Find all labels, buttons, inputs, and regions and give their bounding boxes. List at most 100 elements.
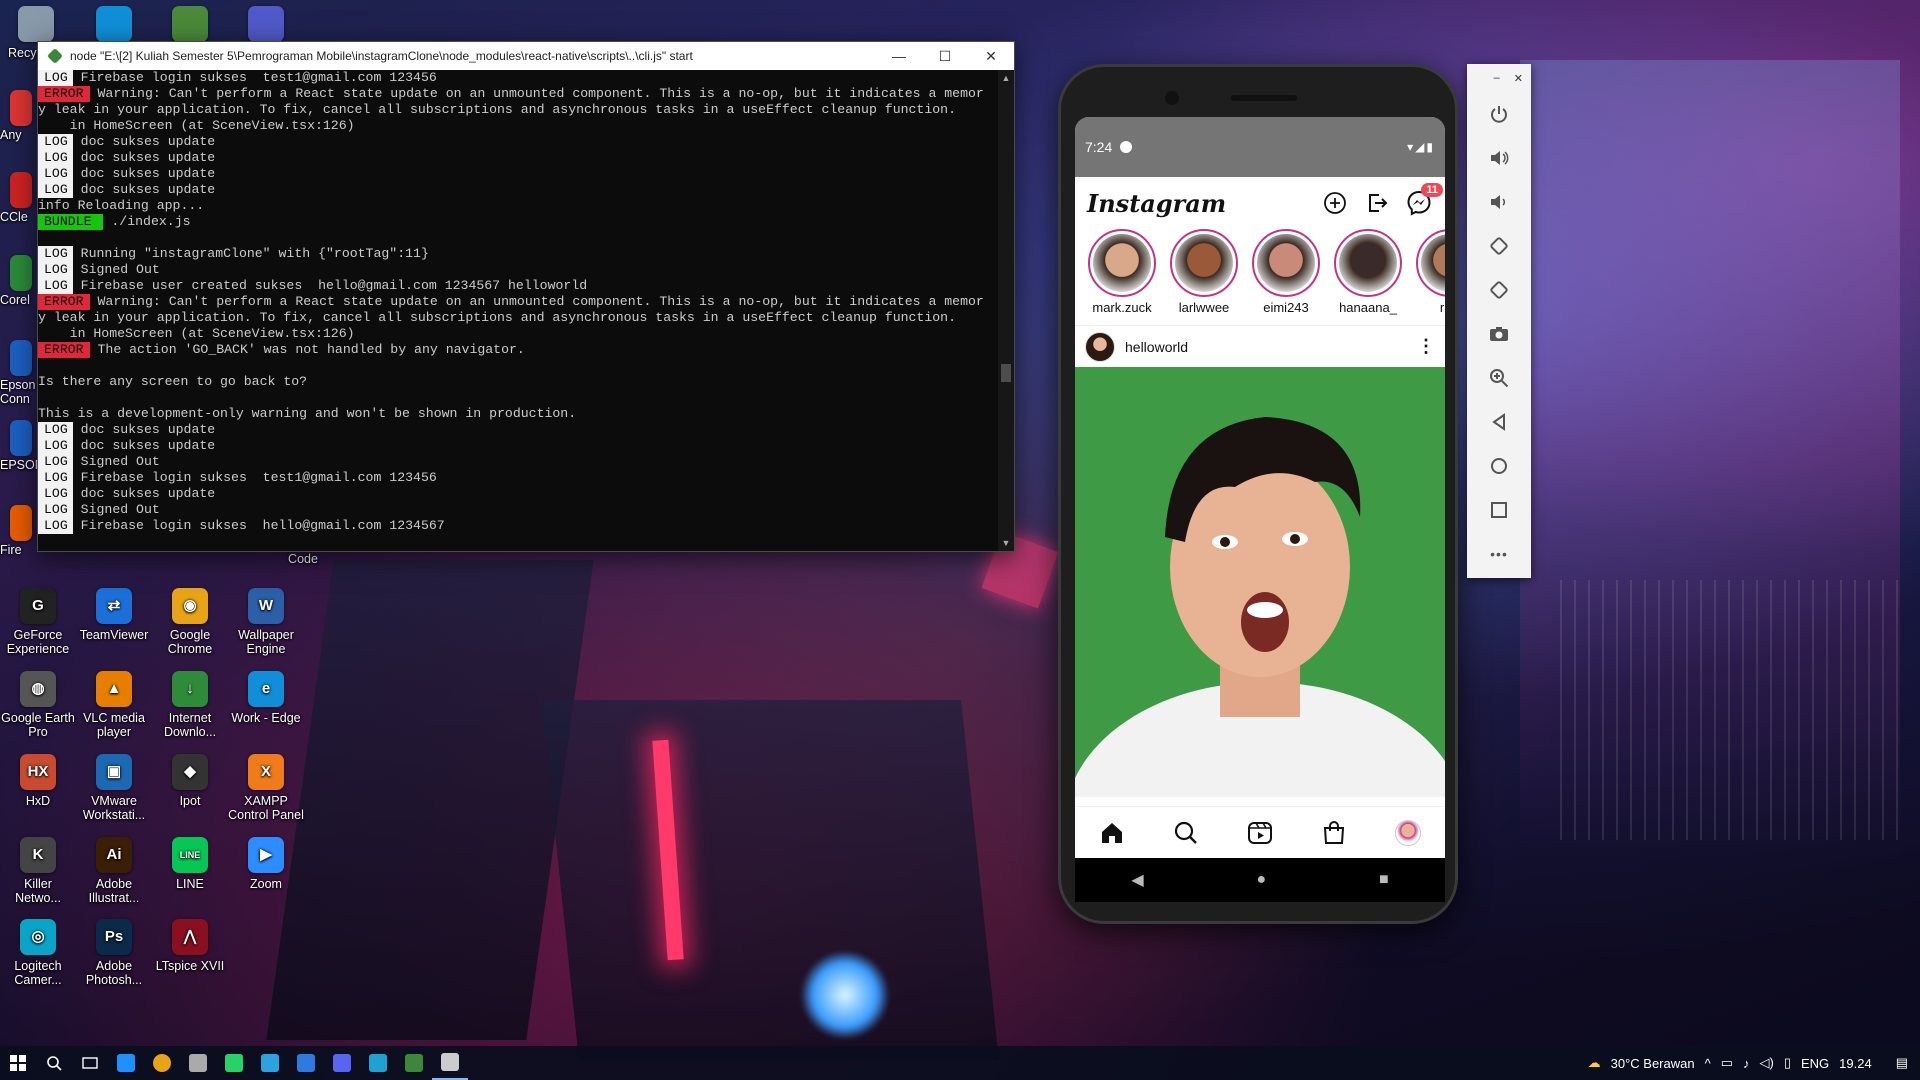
desktop-shortcut-adobe-illustrat[interactable]: Ai Adobe Illustrat...	[76, 837, 152, 905]
desktop-shortcut-ipot[interactable]: ◆ Ipot	[152, 754, 228, 808]
nav-reels[interactable]	[1245, 818, 1275, 848]
tray-chevron-icon[interactable]: ^	[1705, 1056, 1711, 1071]
phone-screen[interactable]: 7:24 ▾◢▮ Instagram 11 mark.zuck larlwwee e…	[1075, 117, 1445, 858]
network-icon[interactable]: ▭	[1721, 1055, 1733, 1071]
post-avatar[interactable]	[1085, 331, 1115, 362]
scroll-up-icon[interactable]: ▲	[998, 70, 1014, 86]
desktop-shortcut-partial[interactable]: Any	[0, 90, 38, 142]
desktop-shortcut-internet-downlo[interactable]: ↓ Internet Downlo...	[152, 671, 228, 739]
desktop-shortcut-hxd[interactable]: HX HxD	[0, 754, 76, 808]
desktop-shortcut-zoom[interactable]: ▶ Zoom	[228, 837, 304, 891]
taskbar-app-button[interactable]	[324, 1046, 360, 1080]
home-button[interactable]	[1467, 444, 1531, 488]
taskbar-app-button[interactable]	[180, 1046, 216, 1080]
power-button[interactable]	[1467, 92, 1531, 136]
weather-icon[interactable]: ☁	[1588, 1055, 1601, 1071]
mic-icon[interactable]: ♪	[1743, 1056, 1750, 1071]
story-item[interactable]: mark.zuck	[1085, 229, 1159, 319]
desktop-shortcut-logitech-camer[interactable]: ◎ Logitech Camer...	[0, 919, 76, 987]
desktop-shortcut-wallpaper-engine[interactable]: W Wallpaper Engine	[228, 588, 304, 656]
edge-shortcut[interactable]	[76, 6, 152, 46]
rotate-right-button[interactable]	[1467, 268, 1531, 312]
desktop-shortcut-vmware-workstati[interactable]: ▣ VMware Workstati...	[76, 754, 152, 822]
app-icon	[10, 90, 32, 126]
taskbar-app-button[interactable]	[360, 1046, 396, 1080]
desktop-shortcut-work-edge[interactable]: e Work - Edge	[228, 671, 304, 725]
taskbar-app-button[interactable]	[396, 1046, 432, 1080]
taskbar-app-button[interactable]	[108, 1046, 144, 1080]
desktop-shortcut-killer-netwo[interactable]: K Killer Netwo...	[0, 837, 76, 905]
folder-app-shortcut[interactable]	[152, 6, 228, 46]
desktop-shortcut-partial[interactable]: CCle	[0, 172, 38, 224]
log-level-badge: ERROR	[38, 294, 90, 310]
back-button[interactable]	[1467, 400, 1531, 444]
task-view-button[interactable]	[72, 1046, 108, 1080]
rotate-left-button[interactable]	[1467, 224, 1531, 268]
desktop-icon-label: Adobe Illustrat...	[88, 877, 140, 905]
weather-text[interactable]: 30°C Berawan	[1611, 1056, 1695, 1071]
android-back-icon[interactable]: ◀	[1131, 870, 1143, 890]
scroll-down-icon[interactable]: ▼	[998, 535, 1014, 551]
android-recents-icon[interactable]: ■	[1379, 871, 1389, 889]
story-item[interactable]: larlwwee	[1167, 229, 1241, 319]
maximize-button[interactable]: ☐	[922, 42, 968, 70]
language-indicator[interactable]: ENG	[1801, 1056, 1829, 1071]
desktop-shortcut-adobe-photosh[interactable]: Ps Adobe Photosh...	[76, 919, 152, 987]
taskbar-app-button[interactable]	[144, 1046, 180, 1080]
taskbar-app-button[interactable]	[288, 1046, 324, 1080]
nav-shop[interactable]	[1319, 818, 1349, 848]
story-avatar	[1339, 234, 1397, 292]
nav-search[interactable]	[1171, 818, 1201, 848]
desktop-shortcut-ltspice-xvii[interactable]: ⋀ LTspice XVII	[152, 919, 228, 973]
post-more-icon[interactable]: ⋮	[1417, 336, 1435, 357]
terminal-titlebar[interactable]: node "E:\[2] Kuliah Semester 5\Pemrogram…	[38, 42, 1014, 70]
desktop-shortcut-partial[interactable]: Corel	[0, 255, 38, 307]
clock[interactable]: 19.24	[1839, 1056, 1872, 1071]
zoom-button[interactable]	[1467, 356, 1531, 400]
emulator-minimize-button[interactable]: –	[1494, 72, 1500, 84]
start-button[interactable]	[0, 1046, 36, 1080]
display-icon[interactable]: ▯	[1784, 1055, 1791, 1071]
nav-profile[interactable]	[1393, 818, 1423, 848]
desktop-shortcut-vlc-media-player[interactable]: ▲ VLC media player	[76, 671, 152, 739]
story-item[interactable]: eimi243	[1249, 229, 1323, 319]
search-button[interactable]	[36, 1046, 72, 1080]
desktop-shortcut-line[interactable]: LINE LINE	[152, 837, 228, 891]
close-button[interactable]: ✕	[968, 42, 1014, 70]
android-home-icon[interactable]: ●	[1256, 871, 1266, 889]
post-username[interactable]: helloworld	[1125, 339, 1188, 355]
stories-row[interactable]: mark.zuck larlwwee eimi243 hanaana_ rick	[1075, 229, 1445, 319]
desktop-shortcut-xampp-control-panel[interactable]: X XAMPP Control Panel	[228, 754, 304, 822]
story-item[interactable]: rick	[1413, 229, 1445, 319]
desktop-shortcut-geforce-experience[interactable]: G GeForce Experience	[0, 588, 76, 656]
taskbar-app-button[interactable]	[252, 1046, 288, 1080]
terminal-scrollbar[interactable]: ▲ ▼	[998, 70, 1014, 551]
overview-button[interactable]	[1467, 488, 1531, 532]
terminal-window[interactable]: node "E:\[2] Kuliah Semester 5\Pemrogram…	[37, 41, 1015, 552]
desktop-shortcut-google-earth-pro[interactable]: ◍ Google Earth Pro	[0, 671, 76, 739]
desktop-shortcut-partial[interactable]: Fire	[0, 505, 38, 557]
messenger-button[interactable]: 11	[1405, 183, 1443, 217]
more-button[interactable]: •••	[1467, 532, 1531, 576]
emulator-close-button[interactable]: ✕	[1514, 72, 1523, 85]
desktop-shortcut-teamviewer[interactable]: ⇄ TeamViewer	[76, 588, 152, 642]
desktop-shortcut-partial[interactable]: EPSON	[0, 420, 44, 472]
logout-button[interactable]	[1363, 189, 1391, 217]
screenshot-button[interactable]	[1467, 312, 1531, 356]
add-post-button[interactable]	[1321, 189, 1349, 217]
teams-shortcut[interactable]	[228, 6, 304, 46]
volume-up-button[interactable]	[1467, 136, 1531, 180]
nav-home[interactable]	[1097, 818, 1127, 848]
volume-down-button[interactable]	[1467, 180, 1531, 224]
desktop-shortcut-google-chrome[interactable]: ◉ Google Chrome	[152, 588, 228, 656]
minimize-button[interactable]: —	[876, 42, 922, 70]
story-item[interactable]: hanaana_	[1331, 229, 1405, 319]
taskbar-app-button[interactable]	[216, 1046, 252, 1080]
terminal-output[interactable]: LOG Firebase login sukses test1@gmail.co…	[38, 70, 998, 551]
taskbar-app-button[interactable]	[432, 1046, 468, 1080]
notification-center-icon[interactable]: ▤	[1896, 1055, 1908, 1071]
scroll-thumb[interactable]	[1001, 364, 1011, 382]
desktop-shortcut-partial[interactable]: Epson Conn	[0, 340, 38, 406]
post-image[interactable]	[1075, 367, 1445, 797]
volume-icon[interactable]: ◁)	[1760, 1055, 1774, 1071]
